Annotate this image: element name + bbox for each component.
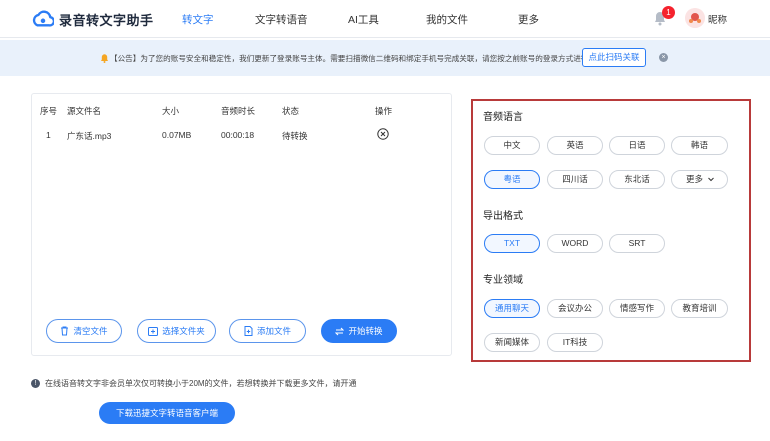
file-list-panel: 序号 源文件名 大小 音频时长 状态 操作 1 广东话.mp3 0.07MB 0… <box>31 93 452 356</box>
domain-option-meeting[interactable]: 会议办公 <box>547 299 603 318</box>
format-option-word[interactable]: WORD <box>547 234 603 253</box>
download-client-button[interactable]: 下载迅捷文字转语音客户端 <box>99 402 235 424</box>
language-option-japanese[interactable]: 日语 <box>609 136 665 155</box>
nav-ai-tools[interactable]: AI工具 <box>348 12 379 27</box>
domain-option-news-media[interactable]: 新闻媒体 <box>484 333 540 352</box>
table-row: 1 广东话.mp3 0.07MB 00:00:18 待转换 <box>32 126 451 146</box>
add-file-button[interactable]: 添加文件 <box>229 319 306 343</box>
language-option-english[interactable]: 英语 <box>547 136 603 155</box>
col-filename: 源文件名 <box>67 106 102 116</box>
top-navigation: 录音转文字助手 转文字 文字转语音 AI工具 我的文件 更多 1 昵称 <box>0 0 770 38</box>
scan-link-button[interactable]: 点此扫码关联 <box>582 48 646 67</box>
folder-icon <box>148 326 159 336</box>
member-limit-notice: ! 在线语音转文字非会员单次仅可转换小于20M的文件，若想转换并下载更多文件，请… <box>31 378 357 389</box>
close-icon[interactable]: × <box>659 53 668 62</box>
convert-icon <box>335 327 345 335</box>
format-option-txt[interactable]: TXT <box>484 234 540 253</box>
domain-option-general-chat[interactable]: 通用聊天 <box>484 299 540 318</box>
conversion-settings-panel: 音频语言 中文 英语 日语 韩语 粤语 四川话 东北话 更多 导出格式 TXT … <box>471 99 751 362</box>
add-file-icon <box>244 326 253 336</box>
row-duration: 00:00:18 <box>221 130 255 140</box>
nav-my-files[interactable]: 我的文件 <box>426 12 468 27</box>
remove-file-icon[interactable] <box>377 128 389 140</box>
format-option-srt[interactable]: SRT <box>609 234 665 253</box>
col-status: 状态 <box>282 106 300 116</box>
nav-transcribe[interactable]: 转文字 <box>182 12 214 27</box>
language-option-korean[interactable]: 韩语 <box>671 136 728 155</box>
cloud-logo-icon <box>32 10 54 27</box>
row-filename: 广东话.mp3 <box>67 131 112 141</box>
start-convert-label: 开始转换 <box>348 326 383 336</box>
audio-language-title: 音频语言 <box>483 112 523 123</box>
announcement-bar: 【公告】为了您的账号安全和稳定性，我们更新了登录账号主体。需要扫描微信二维码和绑… <box>0 40 770 76</box>
select-folder-button[interactable]: 选择文件夹 <box>137 319 216 343</box>
col-action: 操作 <box>375 106 393 116</box>
trash-icon <box>61 326 69 336</box>
app-name: 录音转文字助手 <box>59 12 154 28</box>
domain-title: 专业领域 <box>483 275 523 286</box>
language-option-mandarin[interactable]: 中文 <box>484 136 540 155</box>
add-file-label: 添加文件 <box>256 326 291 336</box>
avatar-icon <box>685 8 705 28</box>
chevron-down-icon <box>708 177 714 182</box>
clear-files-button[interactable]: 清空文件 <box>46 319 122 343</box>
col-duration: 音频时长 <box>221 106 256 116</box>
info-icon: ! <box>31 379 40 388</box>
export-format-title: 导出格式 <box>483 211 523 222</box>
language-option-cantonese[interactable]: 粤语 <box>484 170 540 189</box>
language-option-sichuanese[interactable]: 四川话 <box>547 170 603 189</box>
avatar[interactable] <box>685 8 705 28</box>
language-more-dropdown[interactable]: 更多 <box>671 170 728 189</box>
row-index: 1 <box>46 130 51 140</box>
notification-badge: 1 <box>662 6 675 19</box>
domain-option-it-tech[interactable]: IT科技 <box>547 333 603 352</box>
domain-option-education[interactable]: 教育培训 <box>671 299 728 318</box>
clear-files-label: 清空文件 <box>73 326 108 336</box>
row-size: 0.07MB <box>162 130 192 140</box>
start-convert-button[interactable]: 开始转换 <box>321 319 397 343</box>
row-status: 待转换 <box>282 131 308 141</box>
language-option-northeastern[interactable]: 东北话 <box>609 170 665 189</box>
col-index: 序号 <box>40 106 58 116</box>
language-more-label: 更多 <box>685 174 703 184</box>
select-folder-label: 选择文件夹 <box>162 326 205 336</box>
announcement-text: 【公告】为了您的账号安全和稳定性，我们更新了登录账号主体。需要扫描微信二维码和绑… <box>110 54 612 63</box>
nav-text-to-speech[interactable]: 文字转语音 <box>255 12 308 27</box>
nav-more[interactable]: 更多 <box>518 12 539 27</box>
col-size: 大小 <box>162 106 180 116</box>
member-limit-text: 在线语音转文字非会员单次仅可转换小于20M的文件，若想转换并下载更多文件，请开通 <box>45 379 357 388</box>
domain-option-emotional-writing[interactable]: 情感写作 <box>609 299 665 318</box>
bell-icon <box>101 54 108 63</box>
app-logo[interactable]: 录音转文字助手 <box>32 9 154 29</box>
user-nickname[interactable]: 昵称 <box>708 12 727 26</box>
table-header: 序号 源文件名 大小 音频时长 状态 操作 <box>32 94 451 124</box>
